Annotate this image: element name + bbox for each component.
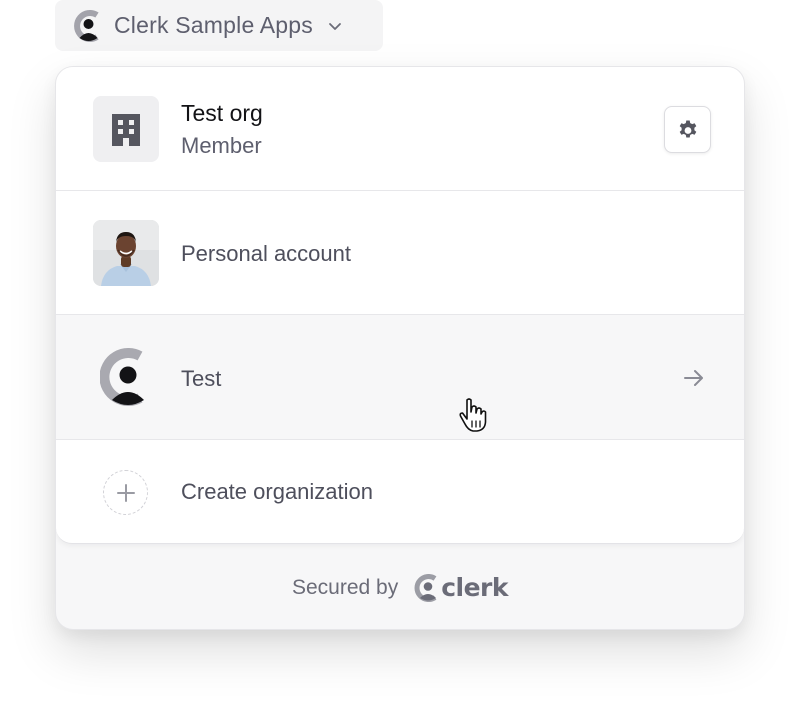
organization-role: Member (181, 133, 262, 158)
avatar (93, 220, 159, 286)
plus-icon (103, 470, 148, 515)
organization-list-item[interactable]: Test (56, 315, 744, 440)
secured-by-label: Secured by (291, 575, 399, 599)
building-icon (110, 112, 142, 146)
personal-account-label: Personal account (181, 241, 351, 266)
gear-icon (676, 118, 700, 142)
organization-switcher-popover: Test org Member Personal account Test Cr… (55, 66, 745, 630)
clerk-brand[interactable]: clerk (414, 573, 509, 602)
clerk-logo-icon (100, 348, 148, 406)
organization-avatar (93, 96, 159, 162)
create-organization-button[interactable]: Create organization (56, 440, 744, 544)
clerk-logo-icon (73, 9, 103, 42)
secured-by-footer: Secured by clerk (56, 544, 744, 629)
popover-main-panel: Test org Member Personal account Test Cr… (56, 67, 744, 544)
organization-name: Test org (181, 100, 263, 126)
clerk-wordmark: clerk (441, 573, 509, 602)
chevron-down-icon (313, 18, 343, 34)
create-organization-label: Create organization (181, 479, 374, 504)
personal-account-item[interactable]: Personal account (56, 191, 744, 315)
organization-switcher-trigger[interactable]: Clerk Sample Apps (55, 0, 383, 51)
arrow-right-icon (682, 368, 706, 388)
app-name: Clerk Sample Apps (114, 12, 313, 38)
active-organization: Test org Member (56, 67, 744, 191)
clerk-logo-icon (414, 573, 440, 602)
manage-organization-button[interactable] (664, 106, 711, 153)
organization-item-label: Test (181, 366, 222, 391)
